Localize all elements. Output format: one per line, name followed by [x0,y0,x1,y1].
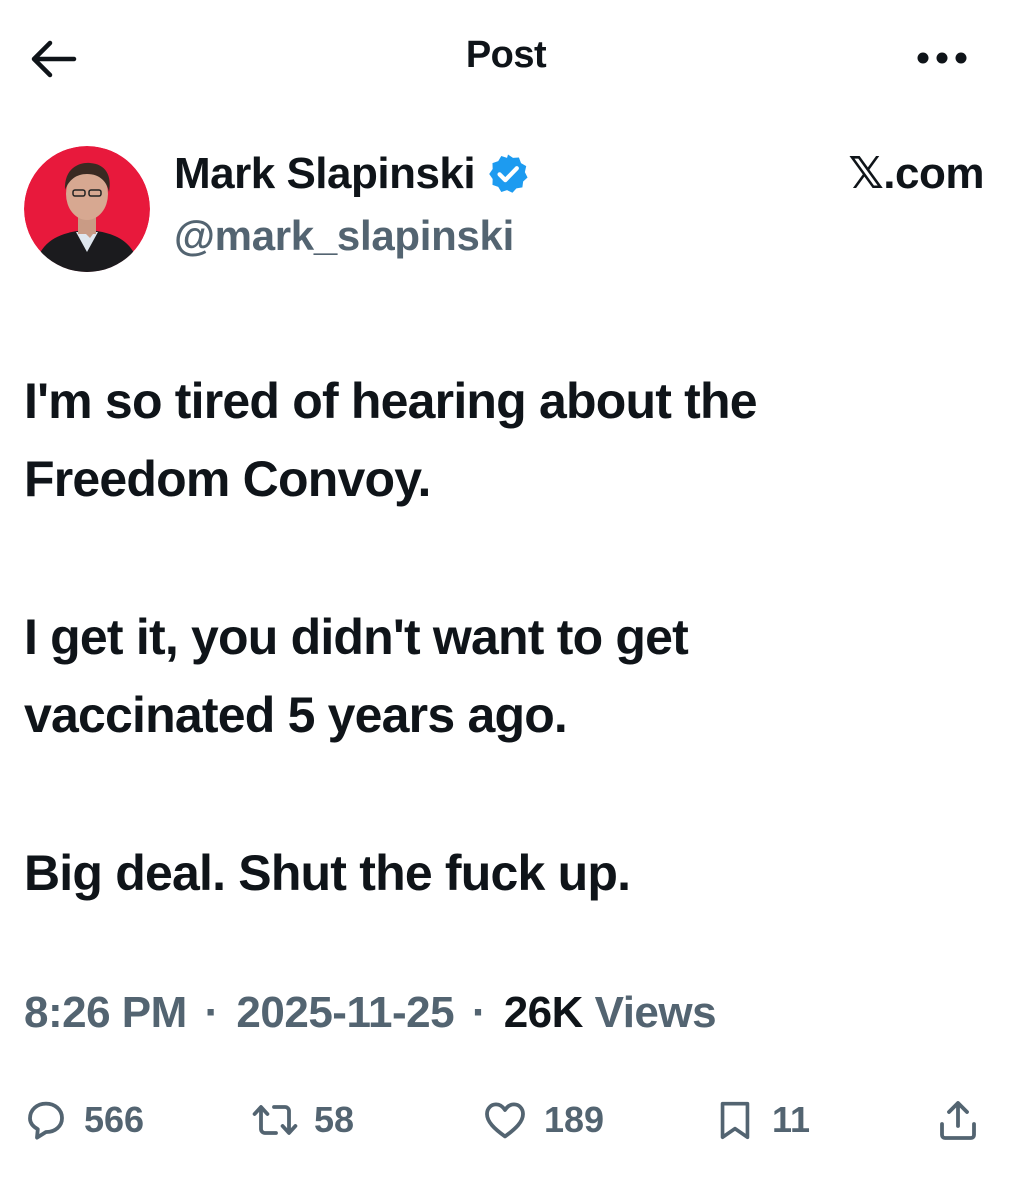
repost-icon [252,1105,298,1135]
reply-icon [28,1101,64,1140]
post-date[interactable]: 2025-11-25 [236,988,454,1037]
reply-count: 566 [84,1099,145,1140]
separator-dot: · [204,988,220,1037]
repost-button[interactable]: 58 [250,1090,354,1150]
author-display-name[interactable]: Mark Slapinski [174,149,476,199]
reply-button[interactable]: 566 [22,1090,144,1150]
post-paragraph: I get it, you didn't want to get vaccina… [24,609,689,743]
like-count: 189 [544,1099,605,1140]
more-options-button[interactable] [912,38,972,78]
post-paragraph: I'm so tired of hearing about the Freedo… [24,373,758,507]
post-paragraph: Big deal. Shut the fuck up. [24,845,631,901]
separator-dot: · [471,988,487,1037]
display-name-row: Mark Slapinski [174,146,531,202]
action-bar: 566 58 189 11 [22,1090,990,1150]
author-handle[interactable]: @mark_slapinski [174,212,514,260]
like-button[interactable]: 189 [480,1090,604,1150]
author-header: Mark Slapinski @mark_slapinski 𝕏.com [24,146,984,276]
more-horizontal-icon [917,52,967,64]
post-time[interactable]: 8:26 PM [24,988,187,1037]
share-button[interactable] [934,1090,982,1150]
site-brand: 𝕏.com [848,149,984,198]
page-title: Post [465,34,547,76]
views-label: Views [594,988,717,1037]
repost-count: 58 [314,1099,355,1140]
bookmark-button[interactable]: 11 [712,1090,810,1150]
top-bar: Post [0,0,1012,110]
bookmark-icon [720,1101,750,1140]
views-count: 26K [503,988,584,1037]
avatar[interactable] [24,146,150,272]
verified-badge-icon [485,151,531,197]
share-icon [940,1101,976,1140]
bookmark-count: 11 [772,1099,811,1140]
heart-icon [485,1102,525,1139]
post-text: I'm so tired of hearing about the Freedo… [24,362,984,912]
post-metadata: 8:26 PM · 2025-11-25 · 26K Views [24,988,717,1038]
